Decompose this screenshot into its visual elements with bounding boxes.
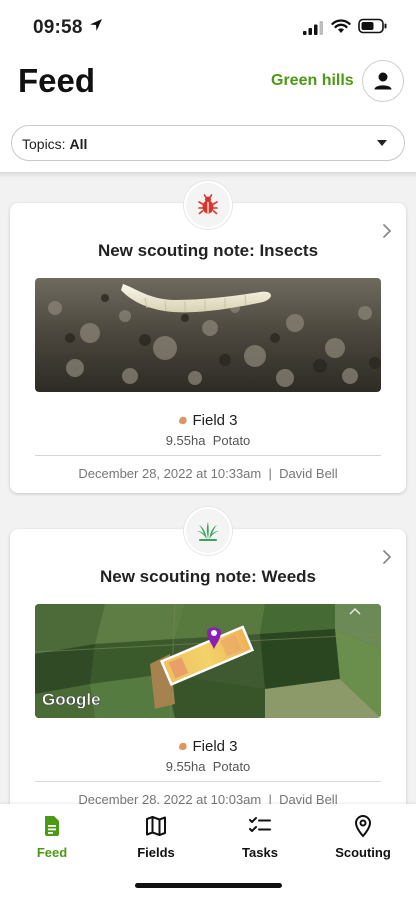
card-title: New scouting note: Insects — [97, 241, 319, 260]
field-map[interactable]: Google — [35, 604, 381, 718]
nav-scouting[interactable]: Scouting — [318, 814, 408, 862]
nav-label: Fields — [137, 845, 175, 860]
caret-down-icon — [377, 140, 387, 146]
nav-feed[interactable]: Feed — [7, 814, 97, 862]
topics-value: All — [69, 136, 88, 152]
nav-label: Scouting — [335, 845, 391, 860]
nav-label: Tasks — [242, 845, 278, 860]
weed-icon — [197, 522, 219, 541]
field-shape-icon — [179, 742, 188, 751]
card-badge — [184, 507, 232, 555]
feed-top-shadow — [0, 172, 416, 178]
field-shape-icon — [179, 416, 188, 425]
status-time: 09:58 — [33, 17, 83, 38]
nav-tasks[interactable]: Tasks — [215, 814, 305, 862]
feed-icon — [45, 816, 59, 836]
wifi-icon — [331, 19, 351, 33]
card-field-name: Field 3 — [192, 738, 238, 755]
chevron-right-icon[interactable] — [382, 223, 392, 239]
card-meta: December 28, 2022 at 10:03am | David Bel… — [10, 792, 406, 804]
nav-fields[interactable]: Fields — [111, 814, 201, 862]
feed-list[interactable]: New scouting note: Insects Field 3 9.55h… — [0, 172, 416, 804]
card-divider — [35, 781, 381, 782]
location-pin-icon — [354, 815, 372, 838]
card-divider — [35, 455, 381, 456]
card-date: December 28, 2022 at 10:03am — [78, 792, 262, 804]
location-arrow-icon — [90, 19, 102, 31]
satellite-map-image: Google — [35, 604, 381, 718]
header: Feed Green hills Topics: All — [0, 52, 416, 172]
page-title: Feed — [18, 62, 96, 99]
home-indicator[interactable] — [135, 883, 282, 888]
card-field-line: Field 3 — [10, 412, 406, 429]
map-icon — [146, 816, 166, 836]
battery-icon — [358, 18, 387, 34]
bug-icon — [198, 194, 218, 215]
feed-card-insects[interactable]: New scouting note: Insects Field 3 9.55h… — [10, 181, 406, 493]
card-area: 9.55ha — [165, 433, 206, 448]
chevron-right-icon[interactable] — [382, 549, 392, 565]
card-field-name: Field 3 — [192, 412, 238, 429]
map-attribution: Google — [42, 690, 101, 709]
card-author: David Bell — [279, 466, 338, 481]
farm-selector[interactable]: Green hills — [271, 72, 354, 90]
topics-label: Topics: — [22, 136, 66, 152]
signal-icon — [303, 21, 323, 35]
larva-on-soil-image — [35, 278, 381, 392]
card-badge — [184, 181, 232, 229]
card-area: 9.55ha — [165, 759, 206, 774]
card-author: David Bell — [279, 792, 338, 804]
feed-card-weeds[interactable]: New scouting note: Weeds Google Field 3 … — [10, 507, 406, 804]
card-crop: Potato — [212, 759, 251, 774]
card-field-details: 9.55ha Potato — [10, 759, 406, 774]
insect-photo[interactable] — [35, 278, 381, 392]
topics-dropdown[interactable]: Topics: All — [11, 125, 405, 161]
card-title: New scouting note: Weeds — [100, 567, 316, 586]
profile-button[interactable] — [362, 60, 404, 102]
checklist-icon — [249, 817, 271, 832]
card-date: December 28, 2022 at 10:33am — [78, 466, 262, 481]
person-icon — [374, 72, 392, 90]
card-field-line: Field 3 — [10, 738, 406, 755]
card-field-details: 9.55ha Potato — [10, 433, 406, 448]
nav-label: Feed — [36, 845, 68, 860]
card-meta: December 28, 2022 at 10:33am | David Bel… — [78, 466, 338, 481]
status-bar: 09:58 — [0, 0, 416, 52]
card-crop: Potato — [212, 433, 251, 448]
